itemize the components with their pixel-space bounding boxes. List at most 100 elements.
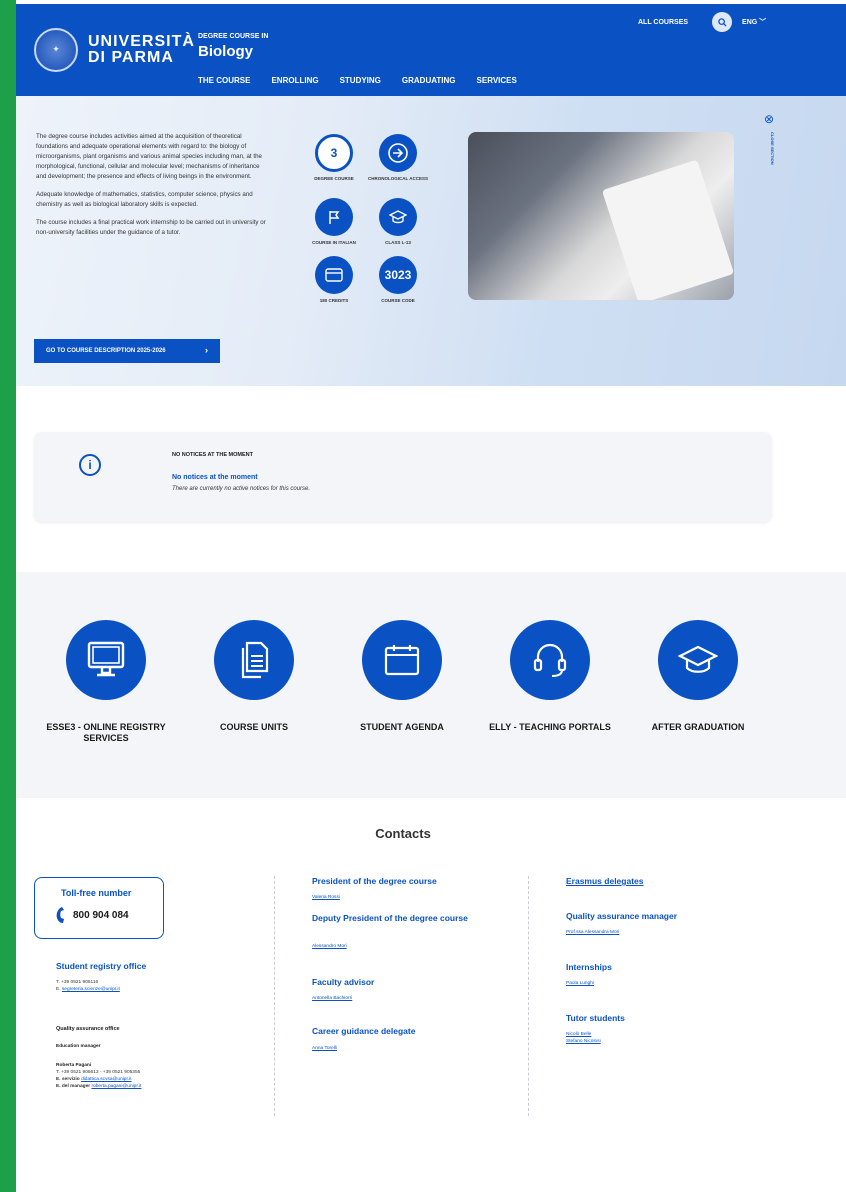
- fact-language: COURSE IN ITALIAN: [299, 198, 369, 246]
- service-email-prefix: E. servizio: [56, 1077, 80, 1082]
- page: ✦ UNIVERSITÀ DI PARMA DEGREE COURSE IN B…: [16, 0, 846, 1192]
- years-ring-icon: 3: [315, 134, 353, 172]
- tutor-students-title: Tutor students: [566, 1013, 625, 1023]
- intro-paragraph: The degree course includes activities ai…: [36, 133, 262, 180]
- fact-class: CLASS L-13: [363, 198, 433, 246]
- service-label: ELLY - TEACHING PORTALS: [489, 722, 611, 732]
- phone-icon: [55, 906, 65, 929]
- service-email-row: E. servizio didattica.scvsa@unipr.it: [56, 1077, 132, 1083]
- career-delegate-name-link[interactable]: Anna Torelli: [312, 1046, 337, 1052]
- president-name-link[interactable]: Valeria Rossi: [312, 895, 340, 901]
- main-nav: THE COURSE ENROLLING STUDYING GRADUATING…: [198, 76, 517, 85]
- education-manager-label: Education manager: [56, 1044, 101, 1049]
- language-selector[interactable]: ENG ﹀: [742, 17, 766, 27]
- logo-line-1: UNIVERSITÀ: [88, 33, 195, 50]
- left-accent-bar: [0, 0, 16, 1192]
- erasmus-delegates-link[interactable]: Erasmus delegates: [566, 876, 643, 886]
- qa-manager-title: Quality assurance manager: [566, 911, 678, 921]
- registry-email-link[interactable]: segreteria.scienze@unipr.it: [62, 987, 120, 992]
- chevron-down-icon: ﹀: [759, 19, 767, 26]
- tutor-student-name-link[interactable]: Stefano Nicolosi: [566, 1039, 601, 1045]
- tutor-student-name-link[interactable]: Nicolò Belle: [566, 1032, 591, 1038]
- nav-services[interactable]: SERVICES: [477, 76, 517, 85]
- hero-photo: [468, 132, 734, 300]
- header-top-line: [16, 0, 846, 4]
- tollfree-label: Toll-free number: [61, 888, 132, 898]
- degree-label: DEGREE COURSE IN: [198, 33, 269, 40]
- nav-enrolling[interactable]: ENROLLING: [271, 76, 318, 85]
- internships-name-link[interactable]: Paola Lunghi: [566, 981, 594, 987]
- manager-name: Roberta Pagani: [56, 1063, 92, 1068]
- fact-access: CHRONOLOGICAL ACCESS: [363, 134, 433, 182]
- contacts-title: Contacts: [375, 826, 431, 841]
- fact-label: COURSE CODE: [381, 298, 415, 303]
- document-icon: [214, 620, 294, 700]
- service-label: AFTER GRADUATION: [651, 722, 745, 732]
- service-after-graduation[interactable]: AFTER GRADUATION: [618, 620, 778, 733]
- manager-email-row: E. del manager roberta.pagani@unipr.it: [56, 1084, 141, 1090]
- nav-the-course[interactable]: THE COURSE: [198, 76, 250, 85]
- card-icon: [315, 256, 353, 294]
- qa-office-title: Quality assurance office: [56, 1026, 120, 1032]
- registry-office-title: Student registry office: [56, 961, 147, 971]
- fact-credits: 180 CREDITS: [299, 256, 369, 304]
- course-description-button-label: GO TO COURSE DESCRIPTION 2025-2026: [46, 348, 166, 354]
- course-intro: The degree course includes activities ai…: [36, 132, 268, 246]
- manager-email-prefix: E. del manager: [56, 1084, 91, 1089]
- registry-email-row: E. segreteria.scienze@unipr.it: [56, 987, 120, 993]
- fact-value: 3: [330, 146, 338, 160]
- career-delegate-title: Career guidance delegate: [312, 1026, 416, 1036]
- notices-subtitle: No notices at the moment: [172, 474, 258, 481]
- nav-studying[interactable]: STUDYING: [340, 76, 381, 85]
- notices-description: There are currently no active notices fo…: [172, 486, 311, 492]
- monitor-icon: [66, 620, 146, 700]
- photo-paper-shape: [601, 159, 734, 300]
- flag-icon: [315, 198, 353, 236]
- close-section-label[interactable]: CLOSE SECTION: [769, 132, 775, 165]
- deputy-president-name-link[interactable]: Alessandro Mori: [312, 944, 347, 950]
- intro-paragraph: Adequate knowledge of mathematics, stati…: [36, 191, 253, 208]
- graduation-cap-icon: [658, 620, 738, 700]
- tollfree-number: 800 904 084: [73, 910, 129, 921]
- headset-icon: [510, 620, 590, 700]
- service-esse3[interactable]: ESSE3 - ONLINE REGISTRY SERVICES: [26, 620, 186, 744]
- services-section: ESSE3 - ONLINE REGISTRY SERVICES COURSE …: [16, 572, 846, 798]
- registry-email-prefix: E.: [56, 987, 61, 992]
- language-label: ENG: [742, 19, 758, 26]
- manager-email-link[interactable]: roberta.pagani@unipr.it: [91, 1084, 141, 1089]
- nav-graduating[interactable]: GRADUATING: [402, 76, 456, 85]
- university-seal-icon: ✦: [34, 28, 78, 72]
- tollfree-box[interactable]: Toll-free number 800 904 084: [34, 877, 164, 939]
- service-elly[interactable]: ELLY - TEACHING PORTALS: [470, 620, 630, 733]
- graduation-cap-icon: [379, 198, 417, 236]
- service-email-link[interactable]: didattica.scvsa@unipr.it: [81, 1077, 131, 1082]
- chevron-right-icon: ›: [205, 345, 208, 355]
- service-course-units[interactable]: COURSE UNITS: [174, 620, 334, 733]
- notices-box: i NO NOTICES AT THE MOMENT No notices at…: [34, 432, 772, 522]
- course-description-button[interactable]: GO TO COURSE DESCRIPTION 2025-2026 ›: [34, 339, 220, 363]
- service-student-agenda[interactable]: STUDENT AGENDA: [322, 620, 482, 733]
- site-header: ✦ UNIVERSITÀ DI PARMA DEGREE COURSE IN B…: [16, 0, 846, 96]
- hero-section: The degree course includes activities ai…: [16, 96, 846, 386]
- all-courses-link[interactable]: ALL COURSES: [638, 19, 688, 26]
- notices-title: NO NOTICES AT THE MOMENT: [172, 452, 253, 458]
- deputy-president-title: Deputy President of the degree course: [312, 913, 468, 923]
- service-label: STUDENT AGENDA: [360, 722, 444, 732]
- fact-label: CHRONOLOGICAL ACCESS: [367, 176, 428, 181]
- code-badge-icon: 3023: [379, 256, 417, 294]
- contacts-divider: [274, 876, 275, 1116]
- fact-label: DEGREE COURSE: [314, 176, 354, 181]
- qa-manager-name-link[interactable]: Prof.ssa Alessandra Mori: [566, 930, 619, 936]
- fact-label: CLASS L-13: [385, 240, 411, 245]
- university-logo[interactable]: ✦ UNIVERSITÀ DI PARMA: [34, 28, 195, 72]
- faculty-advisor-name-link[interactable]: Antonella Bachiorri: [312, 996, 352, 1002]
- calendar-icon: [362, 620, 442, 700]
- close-circle-icon[interactable]: ⊗: [764, 112, 774, 126]
- logo-text: UNIVERSITÀ DI PARMA: [88, 34, 195, 66]
- degree-name[interactable]: Biology: [198, 43, 253, 60]
- search-icon[interactable]: [712, 12, 733, 32]
- service-label: ESSE3 - ONLINE REGISTRY SERVICES: [46, 722, 166, 743]
- internships-title: Internships: [566, 962, 612, 972]
- fact-value: 3023: [384, 268, 412, 282]
- manager-phone: T. +39 0521 905613 - +39 0521 905355: [56, 1070, 141, 1075]
